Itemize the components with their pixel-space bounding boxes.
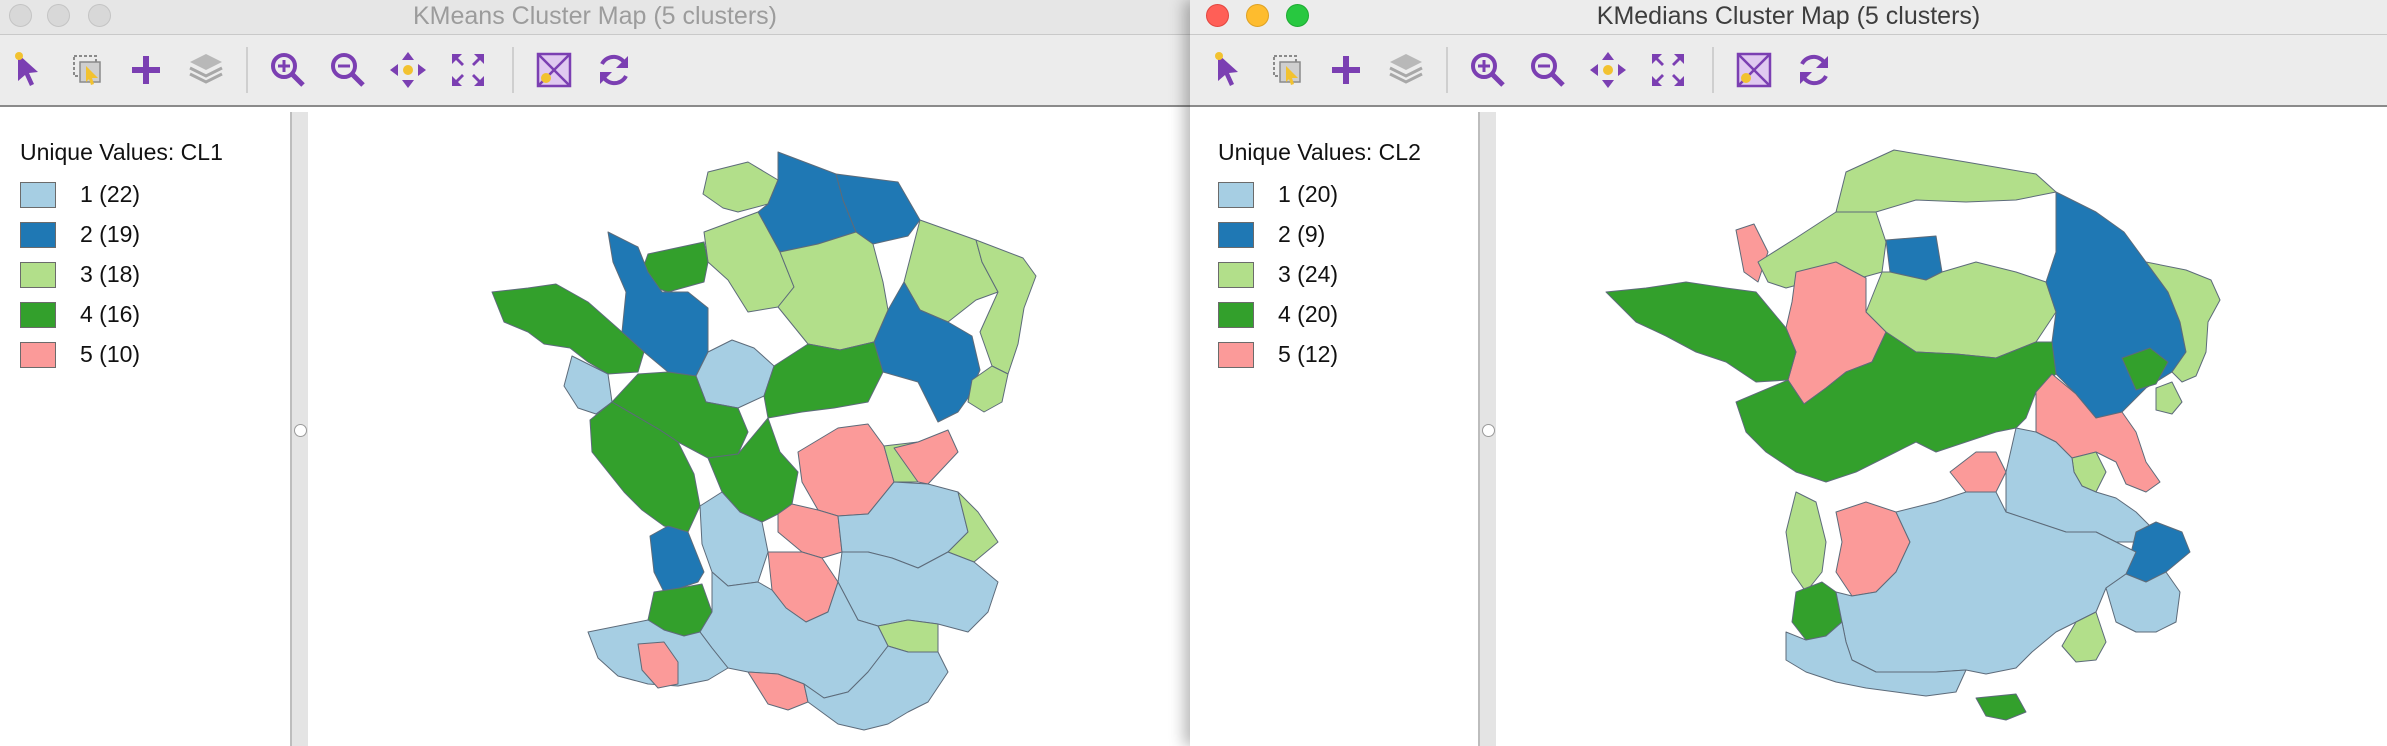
legend-label: 1 (20) [1278,181,1339,207]
france-map [491,151,1037,731]
legend-panel: Unique Values: CL1 1 (22) 2 (19) 3 (18) … [0,112,292,746]
select-pointer-button[interactable] [1206,48,1250,92]
cluster-map[interactable] [1496,112,2387,746]
clear-selection-button[interactable] [532,48,576,92]
legend-swatch [20,342,56,368]
map-region [491,283,645,375]
kmeans-window: KMeans Cluster Map (5 clusters) Unique V… [0,0,1190,746]
fit-to-extent-icon [452,54,484,86]
toolbar-separator [1712,47,1714,93]
zoom-out-button[interactable] [326,48,370,92]
zoom-in-button[interactable] [1466,48,1510,92]
france-map [1605,149,2221,721]
window-titlebar[interactable]: KMeans Cluster Map (5 clusters) [0,0,1190,35]
select-pointer-button[interactable] [6,48,50,92]
clear-selection-button[interactable] [1732,48,1776,92]
legend-panel: Unique Values: CL2 1 (20) 2 (9) 3 (24) 4… [1198,112,1480,746]
legend-label: 3 (18) [80,261,141,287]
legend-swatch [1218,302,1254,328]
add-icon [132,56,160,84]
window-titlebar[interactable]: KMedians Cluster Map (5 clusters) [1190,0,2387,35]
map-region [1975,693,2027,721]
select-rectangle-button[interactable] [66,48,110,92]
map-region [975,239,1037,375]
map-region [2155,381,2183,415]
layers-button[interactable] [1384,48,1428,92]
fit-to-extent-icon [1652,54,1684,86]
legend-label: 4 (16) [80,301,141,327]
legend-label: 5 (10) [80,341,141,367]
legend-label: 3 (24) [1278,261,1339,287]
select-rectangle-icon [73,55,101,85]
clear-selection-icon [1736,52,1772,88]
add-button[interactable] [1324,48,1368,92]
window-title: KMedians Cluster Map (5 clusters) [1596,2,1981,30]
select-pointer-icon [15,52,38,86]
legend-swatch [1218,262,1254,288]
refresh-button[interactable] [592,48,636,92]
legend-swatch [1218,222,1254,248]
map-region [1835,149,2057,213]
select-pointer-icon [1215,52,1238,86]
legend-title: Unique Values: CL2 [1218,139,1421,165]
toolbar-separator [1446,47,1448,93]
cluster-map[interactable] [308,112,1190,746]
splitter-handle[interactable] [294,424,307,437]
legend-label: 1 (22) [80,181,141,207]
zoom-in-button[interactable] [266,48,310,92]
toolbar-separator [246,47,248,93]
refresh-button[interactable] [1792,48,1836,92]
legend-swatch [1218,182,1254,208]
select-rectangle-icon [1273,55,1301,85]
zoom-in-icon [1471,53,1505,87]
legend-swatch [20,302,56,328]
map-region [649,525,705,593]
zoom-in-icon [271,53,305,87]
map-region [777,231,889,351]
zoom-out-icon [331,53,365,87]
map-region [1785,491,1827,593]
splitter-handle[interactable] [1482,424,1495,437]
window-title: KMeans Cluster Map (5 clusters) [412,2,777,30]
map-region [2105,571,2181,633]
legend-swatch [20,222,56,248]
legend-swatch [20,182,56,208]
pan-icon [1590,52,1626,88]
layers-icon [189,54,223,84]
toolbar-separator [512,47,514,93]
legend-swatch [20,262,56,288]
zoom-out-button[interactable] [1526,48,1570,92]
pan-button[interactable] [1586,48,1630,92]
splitter[interactable] [1480,112,1496,746]
add-button[interactable] [124,48,168,92]
map-toolbar [0,35,1190,107]
map-toolbar [1190,35,2387,107]
fit-to-extent-button[interactable] [446,48,490,92]
refresh-icon [1800,54,1828,86]
map-region [1605,281,1797,383]
pan-button[interactable] [386,48,430,92]
splitter[interactable] [292,112,308,746]
legend-label: 2 (19) [80,221,141,247]
clear-selection-icon [536,52,572,88]
map-region [763,341,884,419]
legend-swatch [1218,342,1254,368]
select-rectangle-button[interactable] [1266,48,1310,92]
layers-icon [1389,54,1423,84]
zoom-out-icon [1531,53,1565,87]
kmedians-window: KMedians Cluster Map (5 clusters) Unique… [1190,0,2387,746]
refresh-icon [600,54,628,86]
add-icon [1332,56,1360,84]
layers-button[interactable] [184,48,228,92]
legend-label: 2 (9) [1278,221,1326,247]
legend-label: 5 (12) [1278,341,1339,367]
legend-label: 4 (20) [1278,301,1339,327]
legend-title: Unique Values: CL1 [20,139,223,165]
pan-icon [390,52,426,88]
map-region [1949,451,2007,493]
fit-to-extent-button[interactable] [1646,48,1690,92]
